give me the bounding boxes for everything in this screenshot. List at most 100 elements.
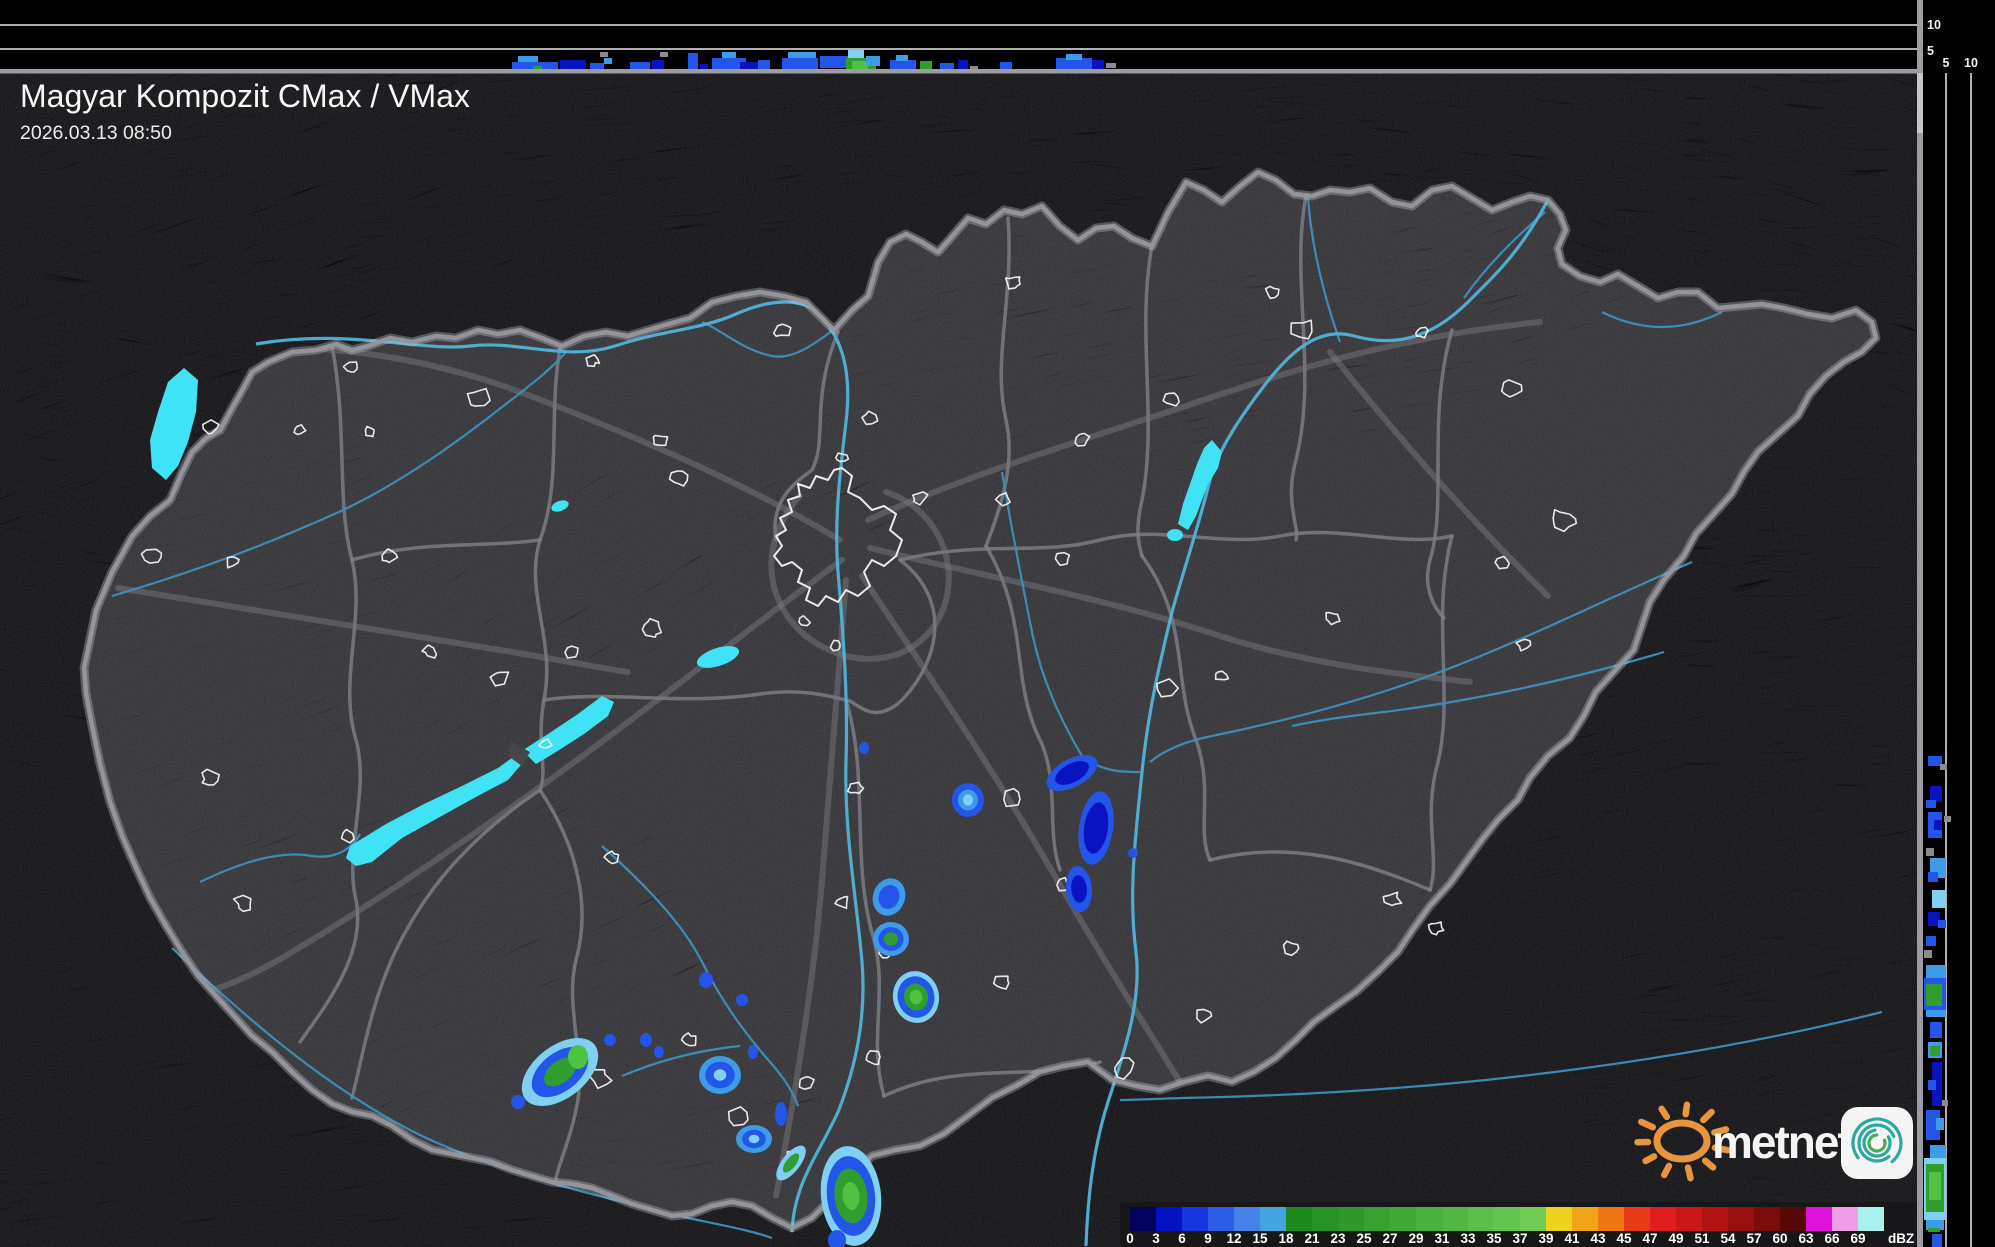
profile-echo-pixel bbox=[1000, 62, 1012, 70]
profile-echo-pixel bbox=[958, 60, 968, 69]
radar-echo bbox=[699, 1056, 741, 1094]
legend-value-label: 49 bbox=[1668, 1231, 1683, 1246]
legend-cell bbox=[1598, 1207, 1624, 1231]
profile-echo-pixel bbox=[1930, 1145, 1946, 1159]
vmax-right-profile-panel bbox=[1923, 0, 1995, 1247]
legend-cell bbox=[1546, 1207, 1572, 1231]
lake-tisza-pond bbox=[1167, 529, 1183, 541]
legend-cell bbox=[1572, 1207, 1598, 1231]
legend-cell bbox=[1520, 1207, 1546, 1231]
legend-value-label: 43 bbox=[1590, 1231, 1606, 1246]
legend-value-label: 69 bbox=[1850, 1231, 1865, 1246]
profile-echo-pixel bbox=[1928, 872, 1938, 882]
dbz-legend: 0 3 6 9 12 15 18 21 23 25 27 29 31 33 35 37 39 41 43 45 47 49… bbox=[1120, 1202, 1917, 1247]
legend-cell bbox=[1130, 1207, 1156, 1231]
profile-echo-pixel bbox=[1934, 820, 1942, 830]
profile-echo-pixel bbox=[1066, 54, 1082, 60]
profile-echo-pixel bbox=[1936, 1118, 1944, 1130]
profile-echo-pixel bbox=[1930, 1046, 1940, 1056]
legend-value-label: 51 bbox=[1694, 1231, 1710, 1246]
legend-cell bbox=[1286, 1207, 1312, 1231]
legend-cell bbox=[1858, 1207, 1884, 1231]
legend-value-label: 27 bbox=[1382, 1231, 1397, 1246]
legend-cell bbox=[1468, 1207, 1494, 1231]
legend-cell bbox=[1676, 1207, 1702, 1231]
legend-cell bbox=[1806, 1207, 1832, 1231]
radar-echo bbox=[604, 1034, 616, 1046]
radar-echo bbox=[748, 1045, 758, 1059]
profile-echo-pixel bbox=[1924, 950, 1932, 958]
profile-echo-pixel bbox=[1932, 890, 1946, 908]
profile-echo-pixel bbox=[1928, 1080, 1936, 1090]
legend-value-label: 45 bbox=[1616, 1231, 1632, 1246]
legend-value-label: 0 bbox=[1126, 1231, 1134, 1246]
legend-value-label: 3 bbox=[1152, 1231, 1160, 1246]
legend-value-label: 35 bbox=[1486, 1231, 1502, 1246]
legend-cell bbox=[1364, 1207, 1390, 1231]
radar-echo bbox=[736, 1125, 772, 1153]
radar-echo bbox=[1128, 848, 1138, 858]
radar-echo bbox=[640, 1033, 652, 1047]
legend-cell bbox=[1156, 1207, 1182, 1231]
radar-echo bbox=[873, 922, 909, 956]
top-profile-tick-5km: 5 bbox=[1927, 44, 1934, 58]
spiral-app-icon bbox=[1841, 1107, 1913, 1179]
legend-value-label: 25 bbox=[1356, 1231, 1372, 1246]
legend-value-label: 66 bbox=[1824, 1231, 1840, 1246]
radar-echo bbox=[859, 742, 869, 754]
legend-cell bbox=[1624, 1207, 1650, 1231]
radar-app-window: 10 5 5 10 Magyar Kompozit CMax / VMax 20… bbox=[0, 0, 1995, 1247]
profile-echo-pixel bbox=[852, 61, 868, 70]
legend-value-label: 21 bbox=[1304, 1231, 1320, 1246]
legend-value-label: 31 bbox=[1434, 1231, 1450, 1246]
legend-cell bbox=[1650, 1207, 1676, 1231]
map-timestamp: 2026.03.13 08:50 bbox=[20, 122, 172, 144]
profile-echo-pixel bbox=[600, 52, 608, 57]
legend-cell bbox=[1494, 1207, 1520, 1231]
profile-echo-pixel bbox=[1928, 756, 1942, 766]
profile-echo-pixel bbox=[722, 52, 736, 58]
profile-echo-pixel bbox=[1928, 1228, 1940, 1232]
profile-echo-pixel bbox=[896, 55, 908, 61]
radar-echo bbox=[952, 783, 984, 817]
legend-cell bbox=[1208, 1207, 1234, 1231]
logo-text: metnet bbox=[1712, 1116, 1852, 1168]
legend-value-label: 47 bbox=[1642, 1231, 1657, 1246]
legend-value-label: 37 bbox=[1512, 1231, 1527, 1246]
map-title: Magyar Kompozit CMax / VMax bbox=[20, 78, 470, 114]
radar-echo bbox=[699, 972, 713, 988]
profile-echo-pixel bbox=[1106, 63, 1116, 68]
legend-cell bbox=[1832, 1207, 1858, 1231]
legend-value-label: 57 bbox=[1746, 1231, 1761, 1246]
profile-echo-pixel bbox=[1929, 1172, 1941, 1200]
legend-value-label: 41 bbox=[1564, 1231, 1580, 1246]
legend-value-label: 63 bbox=[1798, 1231, 1814, 1246]
profile-echo-pixel bbox=[604, 58, 612, 64]
legend-cell bbox=[1182, 1207, 1208, 1231]
legend-cell bbox=[1442, 1207, 1468, 1231]
legend-cell bbox=[1234, 1207, 1260, 1231]
radar-map-canvas[interactable] bbox=[0, 0, 1995, 1247]
profile-echo-pixel bbox=[1926, 848, 1934, 856]
radar-echo bbox=[775, 1102, 787, 1126]
profile-echo-pixel bbox=[1926, 984, 1942, 1006]
right-profile-tick-5km: 5 bbox=[1943, 56, 1950, 70]
legend-value-label: 39 bbox=[1538, 1231, 1553, 1246]
profile-echo-pixel bbox=[1930, 786, 1942, 802]
radar-echo bbox=[654, 1046, 664, 1058]
profile-echo-pixel bbox=[1926, 800, 1936, 808]
legend-cell bbox=[1702, 1207, 1728, 1231]
legend-value-label: 12 bbox=[1226, 1231, 1241, 1246]
legend-value-label: 18 bbox=[1278, 1231, 1294, 1246]
legend-cell bbox=[1260, 1207, 1286, 1231]
legend-value-label: 6 bbox=[1178, 1231, 1186, 1246]
profile-echo-pixel bbox=[820, 56, 848, 68]
legend-value-label: 60 bbox=[1772, 1231, 1787, 1246]
profile-echo-pixel bbox=[1930, 1022, 1942, 1038]
legend-value-label: 15 bbox=[1252, 1231, 1268, 1246]
radar-echo bbox=[511, 1095, 525, 1109]
legend-cell bbox=[1780, 1207, 1806, 1231]
profile-echo-pixel bbox=[1092, 60, 1104, 69]
legend-value-label: 54 bbox=[1720, 1231, 1736, 1246]
legend-value-label: 9 bbox=[1204, 1231, 1212, 1246]
